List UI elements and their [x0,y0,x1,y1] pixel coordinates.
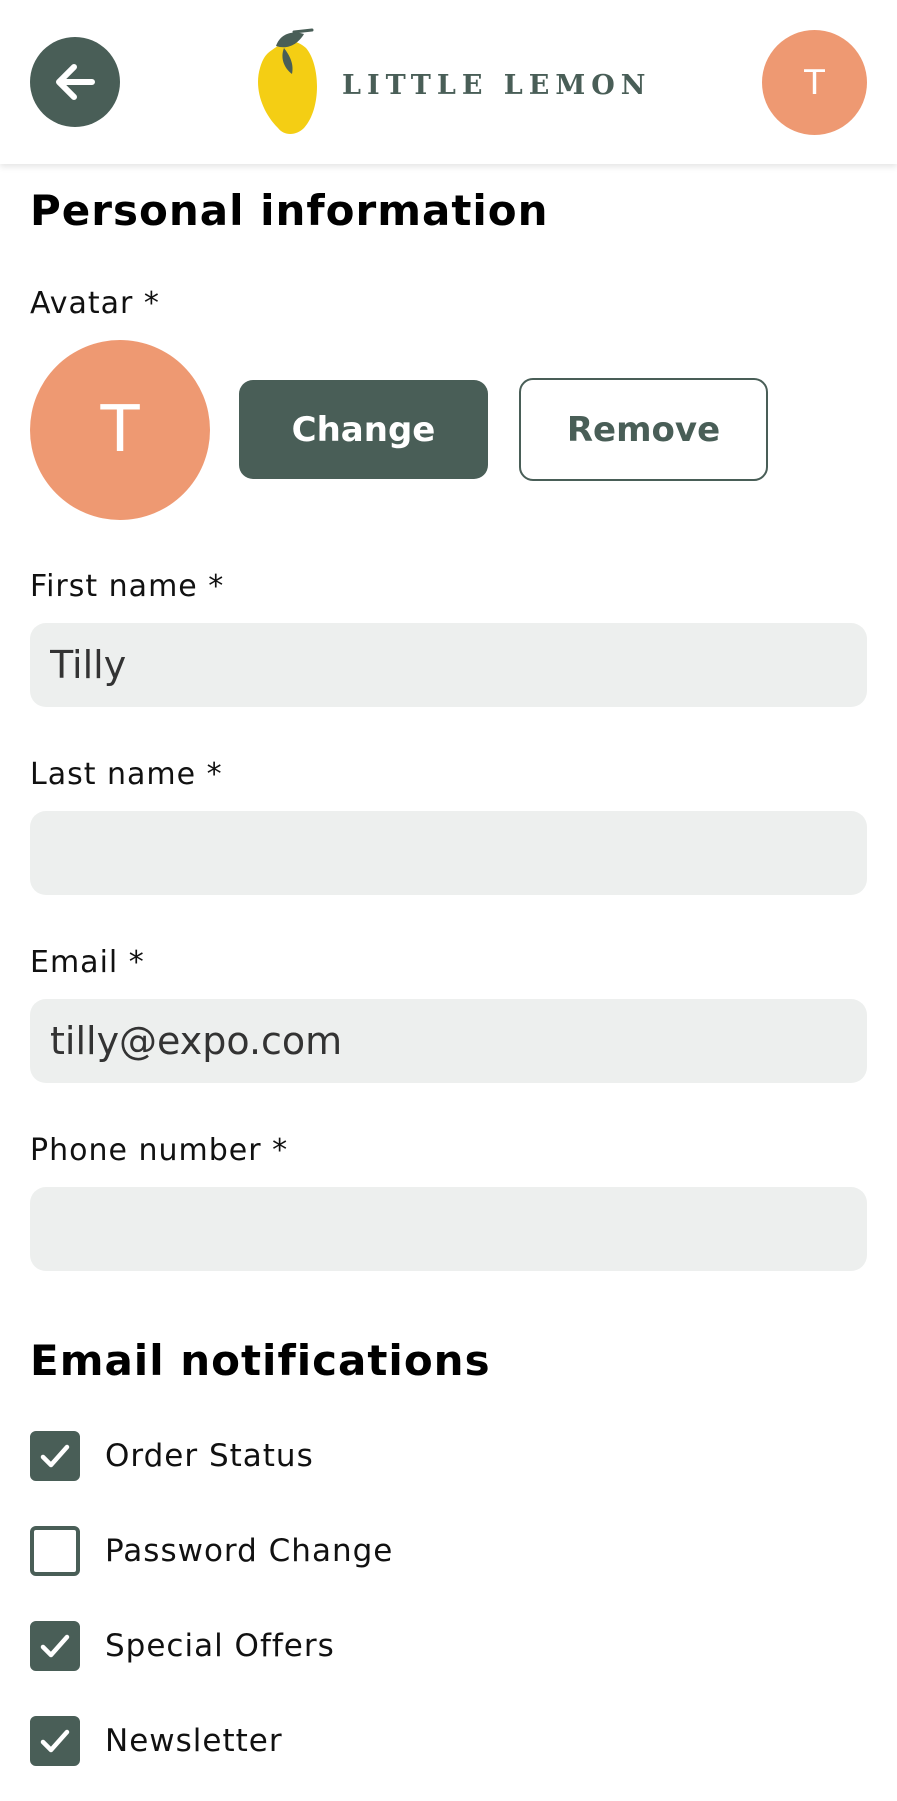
checkmark-icon [40,1444,70,1468]
checkbox-special-offers[interactable]: Special Offers [30,1620,630,1672]
phone-label: Phone number * [30,1133,289,1168]
checkbox-password-change[interactable]: Password Change [30,1525,630,1577]
phone-input[interactable] [30,1187,867,1271]
checkbox-label: Password Change [105,1533,394,1569]
email-notifications-title: Email notifications [30,1336,491,1385]
checkbox-order-status[interactable]: Order Status [30,1430,630,1482]
avatar-label: Avatar * [30,286,160,321]
checkbox-label: Newsletter [105,1723,283,1759]
checkbox-box[interactable] [30,1431,80,1481]
checkbox-label: Special Offers [105,1628,335,1664]
change-avatar-button[interactable]: Change [239,380,488,479]
checkmark-icon [40,1729,70,1753]
arrow-left-icon [56,64,95,100]
avatar-initial: T [804,62,825,103]
logo-text: LITTLE LEMON [342,70,652,101]
checkbox-box[interactable] [30,1716,80,1766]
avatar-preview: T [30,340,210,520]
checkbox-box[interactable] [30,1621,80,1671]
app-header: LITTLE LEMON T [0,0,897,164]
checkbox-newsletter[interactable]: Newsletter [30,1715,630,1767]
little-lemon-logo: LITTLE LEMON [254,28,654,138]
avatar-preview-initial: T [100,393,140,467]
checkbox-box[interactable] [30,1526,80,1576]
back-button[interactable] [30,37,120,127]
personal-information-title: Personal information [30,186,549,235]
remove-avatar-button[interactable]: Remove [519,378,768,481]
last-name-input[interactable] [30,811,867,895]
first-name-input[interactable] [30,623,867,707]
checkbox-label: Order Status [105,1438,314,1474]
profile-avatar[interactable]: T [762,30,867,135]
first-name-label: First name * [30,569,225,604]
email-label: Email * [30,945,145,980]
email-input[interactable] [30,999,867,1083]
checkmark-icon [40,1634,70,1658]
lemon-icon [258,28,317,134]
last-name-label: Last name * [30,757,223,792]
